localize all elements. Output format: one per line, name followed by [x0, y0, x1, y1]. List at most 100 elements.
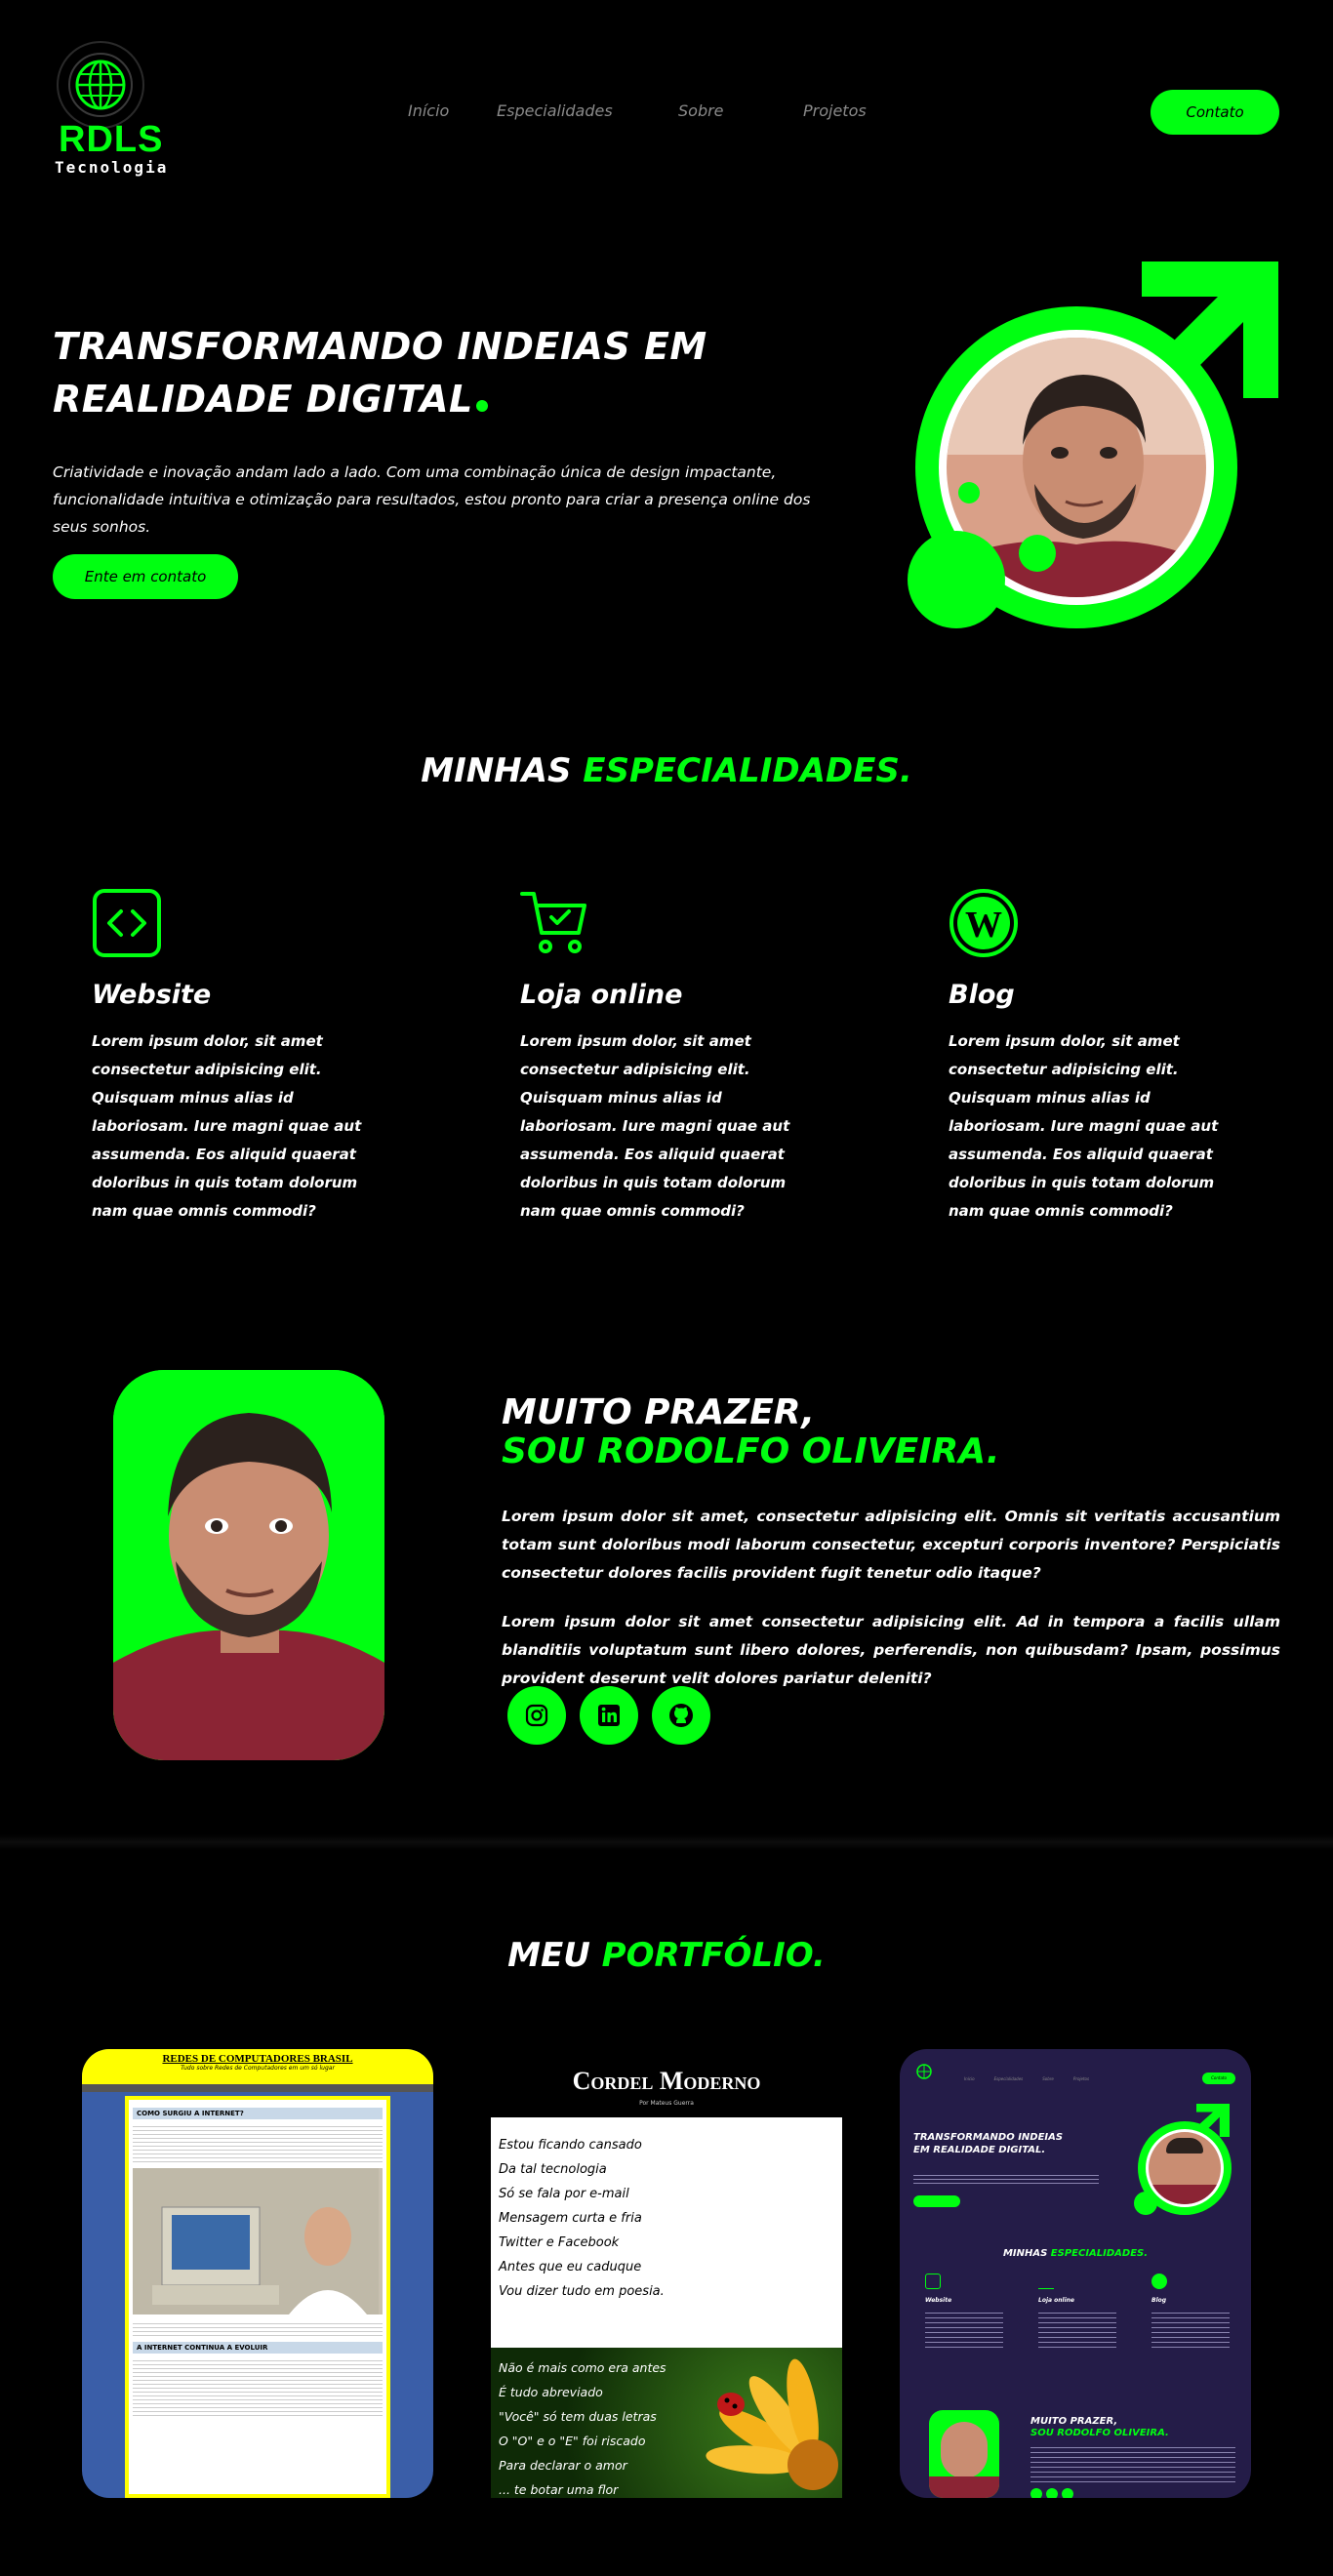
mini-about-photo [929, 2410, 999, 2498]
p2-verse2-line: ... te botar uma flor [499, 2482, 619, 2497]
mini-spec-desc [925, 2309, 1003, 2352]
mini-specs-title-white: MINHAS [1002, 2248, 1048, 2259]
specialty-name: Loja online [520, 980, 683, 1010]
about-title-line2: SOU RODOLFO OLIVEIRA. [502, 1431, 1000, 1471]
p2-byline: Por Mateus Guerra [639, 2100, 694, 2107]
p2-verse1-line: Só se fala por e-mail [499, 2187, 629, 2201]
portfolio-title-green: PORTFÓLIO. [601, 1936, 826, 1975]
hero-dot [475, 400, 488, 412]
mini-spec-desc [1038, 2309, 1116, 2352]
mini-about-text [1030, 2443, 1235, 2482]
linkedin-icon [598, 1705, 620, 1726]
logo-subtitle: Tecnologia [55, 158, 169, 177]
mini-about-title-line1: MUITO PRAZER, [1030, 2416, 1118, 2427]
nav-projetos[interactable]: Projetos [803, 101, 867, 120]
mini-about-title: MUITO PRAZER, SOU RODOLFO OLIVEIRA. [1030, 2416, 1169, 2439]
flower-image [706, 2358, 838, 2490]
instagram-button[interactable] [507, 1686, 566, 1745]
mini-globe-icon [916, 2064, 932, 2079]
github-icon [669, 1704, 693, 1727]
about-title: MUITO PRAZER, SOU RODOLFO OLIVEIRA. [502, 1393, 1000, 1471]
p1-title: REDES DE COMPUTADORES BRASIL [162, 2053, 353, 2065]
decor-dot-small [958, 482, 980, 503]
p2-verse2-line: Para declarar o amor [499, 2458, 627, 2473]
p2-image-section: Não é mais como era antes É tudo abrevia… [491, 2348, 842, 2498]
mini-nav-item: Sobre [1042, 2076, 1054, 2081]
p1-content: COMO SURGIU A INTERNET? A INTERNET CONTI… [129, 2100, 386, 2494]
linkedin-button[interactable] [580, 1686, 638, 1745]
p2-verse1-line: Estou ficando cansado [499, 2138, 642, 2153]
mini-hero-title: TRANSFORMANDO INDEIAS EM REALIDADE DIGIT… [913, 2132, 1064, 2155]
globe-icon [57, 41, 144, 129]
code-icon [93, 889, 161, 957]
logo[interactable]: RDLS Tecnologia [55, 41, 166, 178]
mini-nav-item: Início [964, 2076, 975, 2081]
nav-sobre[interactable]: Sobre [678, 101, 803, 120]
hero-title: TRANSFORMANDO INDEIAS EM REALIDADE DIGIT… [53, 320, 736, 425]
portfolio-title: MEU PORTFÓLIO. [0, 1936, 1333, 1975]
p1-text-lines-2 [133, 2320, 383, 2336]
mini-nav-item: Especialidades [993, 2076, 1024, 2081]
p1-navbar [82, 2084, 433, 2092]
mini-code-icon [925, 2274, 941, 2289]
nav-especialidades[interactable]: Especialidades [497, 101, 678, 120]
specialty-desc: Lorem ipsum dolor, sit amet consectetur … [520, 1032, 790, 1220]
specialty-name: Website [92, 980, 212, 1010]
section-divider [0, 1834, 1333, 1850]
instagram-icon [525, 1704, 548, 1727]
specialty-loja-online: Loja online Lorem ipsum dolor, sit amet … [520, 888, 813, 1226]
about-photo [113, 1370, 384, 1760]
specialties-title: MINHAS ESPECIALIDADES. [0, 751, 1333, 790]
mini-spec-desc [1151, 2309, 1230, 2352]
p1-content-frame: COMO SURGIU A INTERNET? A INTERNET CONTI… [125, 2096, 390, 2498]
p2-verse2-line: O "O" e o "E" foi riscado [499, 2434, 646, 2448]
mini-cart-icon [1038, 2274, 1054, 2289]
mini-spec-name: Blog [1151, 2297, 1167, 2304]
mini-contact-button: Contato [1202, 2073, 1235, 2084]
mini-about-title-line2: SOU RODOLFO OLIVEIRA. [1030, 2428, 1169, 2438]
cart-icon [520, 892, 586, 953]
p2-verse1-line: Vou dizer tudo em poesia. [499, 2284, 665, 2299]
specialty-blog: W Blog Lorem ipsum dolor, sit amet conse… [949, 888, 1241, 1226]
decor-dot-large [908, 531, 1005, 628]
portfolio-card-cordel[interactable]: Cordel Moderno Por Mateus Guerra Estou f… [491, 2049, 842, 2498]
wordpress-icon: W [949, 889, 1018, 957]
p2-verse2-line: É tudo abreviado [499, 2385, 603, 2399]
github-button[interactable] [652, 1686, 710, 1745]
mini-nav-item: Projetos [1072, 2076, 1090, 2081]
p1-subtitle: Tudo sobre Redes de Computadores em um s… [181, 2065, 335, 2072]
p1-text-lines [133, 2123, 383, 2162]
specialty-desc: Lorem ipsum dolor, sit amet consectetur … [92, 1032, 362, 1220]
p2-verse1-line: Twitter e Facebook [499, 2235, 620, 2250]
mini-nav: Início Especialidades Sobre Projetos [964, 2076, 1089, 2081]
about-paragraph-2: Lorem ipsum dolor sit amet consectetur a… [502, 1613, 1280, 1687]
portfolio-card-rdls[interactable]: Início Especialidades Sobre Projetos Con… [900, 2049, 1251, 2498]
hero-title-line2: REALIDADE DIGITAL [53, 378, 473, 421]
portfolio-card-redes[interactable]: REDES DE COMPUTADORES BRASIL Tudo sobre … [82, 2049, 433, 2498]
hero-text: Criatividade e inovação andam lado a lad… [53, 463, 811, 536]
nav-inicio[interactable]: Início [408, 101, 497, 120]
hero-contact-button[interactable]: Ente em contato [53, 554, 238, 599]
p2-verse2-line: Não é mais como era antes [499, 2360, 666, 2375]
svg-text:W: W [965, 905, 1002, 946]
p1-photo [133, 2168, 383, 2314]
specialties-title-green: ESPECIALIDADES. [583, 751, 912, 790]
p1-text-lines-3 [133, 2357, 383, 2416]
specialties-title-white: MINHAS [421, 751, 572, 790]
about-title-line1: MUITO PRAZER, [502, 1392, 815, 1432]
mini-specs-title: MINHAS ESPECIALIDADES. [900, 2248, 1251, 2259]
p2-verse2-line: "Você" só tem duas letras [499, 2409, 657, 2424]
main-nav: Início Especialidades Sobre Projetos [408, 101, 867, 120]
p2-verse1-line: Da tal tecnologia [499, 2162, 607, 2177]
logo-title: RDLS [59, 119, 164, 160]
mini-hero-text [913, 2172, 1099, 2186]
p1-header: REDES DE COMPUTADORES BRASIL Tudo sobre … [82, 2049, 433, 2084]
specialty-website: Website Lorem ipsum dolor, sit amet cons… [92, 888, 384, 1226]
mini-wordpress-icon [1151, 2274, 1167, 2289]
mini-decor-dot [1134, 2192, 1157, 2215]
decor-dot-medium [1019, 535, 1056, 572]
contact-button[interactable]: Contato [1151, 90, 1279, 135]
mini-specs-title-green: ESPECIALIDADES. [1050, 2248, 1149, 2259]
p2-title: Cordel Moderno [572, 2067, 761, 2095]
hero-portrait-graphic [908, 262, 1278, 634]
